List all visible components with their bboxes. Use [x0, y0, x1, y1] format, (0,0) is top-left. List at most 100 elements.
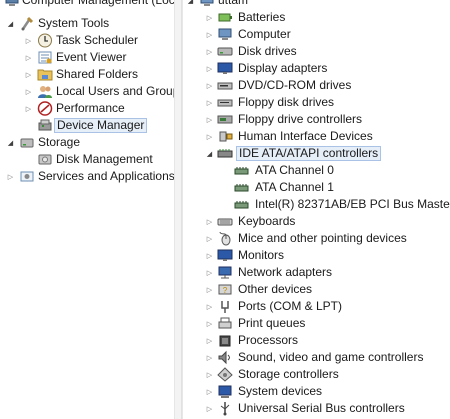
tree-item-label: Local Users and Groups [56, 84, 174, 98]
tree-item-shared-folders[interactable]: Shared Folders [0, 66, 174, 83]
tree-item-local-users-groups[interactable]: Local Users and Groups [0, 83, 174, 100]
device-tree-pane[interactable]: uttam Batteries Computer Disk drives Displa… [183, 0, 450, 419]
device-label: Disk drives [238, 44, 297, 58]
device-label: DVD/CD-ROM drives [238, 78, 352, 92]
device-category[interactable]: Batteries [183, 9, 450, 26]
expand-arrow-icon[interactable] [206, 133, 213, 140]
device-label: Mice and other pointing devices [238, 231, 407, 245]
device-category[interactable]: Display adapters [183, 60, 450, 77]
tree-item-services-applications[interactable]: Services and Applications [0, 168, 174, 185]
port-icon [217, 299, 233, 314]
tree-root-uttam[interactable]: uttam [183, 0, 450, 9]
expand-arrow-icon[interactable] [25, 54, 32, 61]
device-item[interactable]: ATA Channel 1 [183, 179, 450, 196]
device-label: Display adapters [238, 61, 328, 75]
device-item[interactable]: Intel(R) 82371AB/EB PCI Bus Master IDE [183, 196, 450, 213]
device-category[interactable]: Universal Serial Bus controllers [183, 400, 450, 417]
device-category[interactable]: Human Interface Devices [183, 128, 450, 145]
expand-arrow-icon[interactable] [25, 71, 32, 78]
expand-arrow-icon[interactable] [206, 99, 213, 106]
collapse-arrow-icon[interactable] [7, 20, 14, 27]
device-label: Network adapters [238, 265, 333, 279]
device-category[interactable]: Floppy disk drives [183, 94, 450, 111]
expand-arrow-icon[interactable] [206, 388, 213, 395]
collapse-arrow-icon[interactable] [7, 139, 14, 146]
pane-splitter[interactable] [174, 0, 183, 419]
ide-channel-icon [234, 163, 250, 178]
shared-folder-icon [37, 67, 53, 82]
device-category[interactable]: Mice and other pointing devices [183, 230, 450, 247]
device-label: Keyboards [238, 214, 296, 228]
tree-item-label: Event Viewer [56, 50, 127, 64]
expand-arrow-icon[interactable] [206, 354, 213, 361]
storage-icon [19, 135, 35, 150]
device-label: Floppy drive controllers [238, 112, 363, 126]
tree-item-system-tools[interactable]: System Tools [0, 15, 174, 32]
monitor-icon [217, 61, 233, 76]
device-category[interactable]: Storage controllers [183, 366, 450, 383]
device-category[interactable]: Processors [183, 332, 450, 349]
device-category[interactable]: System devices [183, 383, 450, 400]
expand-arrow-icon[interactable] [206, 252, 213, 259]
collapse-arrow-icon[interactable] [187, 0, 194, 4]
tree-item-performance[interactable]: Performance [0, 100, 174, 117]
device-category[interactable]: Sound, video and game controllers [183, 349, 450, 366]
clock-icon [37, 33, 53, 48]
device-label: IDE ATA/ATAPI controllers [236, 146, 382, 161]
keyboard-icon [217, 214, 233, 229]
device-category[interactable]: Computer [183, 26, 450, 43]
device-category[interactable]: Ports (COM & LPT) [183, 298, 450, 315]
dvd-icon [217, 78, 233, 93]
expand-arrow-icon[interactable] [206, 286, 213, 293]
tree-item-event-viewer[interactable]: Event Viewer [0, 49, 174, 66]
expand-arrow-icon[interactable] [206, 269, 213, 276]
device-item[interactable]: ATA Channel 0 [183, 162, 450, 179]
device-category[interactable]: Network adapters [183, 264, 450, 281]
expand-arrow-icon[interactable] [206, 82, 213, 89]
device-category[interactable]: Keyboards [183, 213, 450, 230]
device-category[interactable]: Monitors [183, 247, 450, 264]
expand-arrow-icon[interactable] [206, 303, 213, 310]
device-label: Storage controllers [238, 367, 339, 381]
expand-arrow-icon[interactable] [206, 405, 213, 412]
expand-arrow-icon[interactable] [206, 31, 213, 38]
system-devices-icon [217, 384, 233, 399]
floppy-icon [217, 95, 233, 110]
device-category[interactable]: IDE ATA/ATAPI controllers [183, 145, 450, 162]
battery-icon [217, 10, 233, 25]
expand-arrow-icon[interactable] [206, 235, 213, 242]
device-category[interactable]: Disk drives [183, 43, 450, 60]
expand-arrow-icon[interactable] [206, 320, 213, 327]
device-category[interactable]: ? Other devices [183, 281, 450, 298]
users-icon [37, 84, 53, 99]
svg-text:?: ? [223, 286, 228, 295]
expand-arrow-icon[interactable] [206, 218, 213, 225]
expand-arrow-icon[interactable] [25, 37, 32, 44]
device-label: Human Interface Devices [238, 129, 373, 143]
tree-item-task-scheduler[interactable]: Task Scheduler [0, 32, 174, 49]
mouse-icon [217, 231, 233, 246]
console-tree-pane[interactable]: Computer Management (Local System Tools … [0, 0, 174, 419]
device-category[interactable]: Print queues [183, 315, 450, 332]
computer-icon [199, 0, 215, 8]
device-label: Processors [238, 333, 299, 347]
tree-root-computer-management[interactable]: Computer Management (Local [0, 0, 174, 9]
floppy-controller-icon [217, 112, 233, 127]
device-category[interactable]: Floppy drive controllers [183, 111, 450, 128]
expand-arrow-icon[interactable] [7, 173, 14, 180]
expand-arrow-icon[interactable] [25, 88, 32, 95]
collapse-arrow-icon[interactable] [206, 150, 213, 157]
tree-item-storage[interactable]: Storage [0, 134, 174, 151]
expand-arrow-icon[interactable] [206, 65, 213, 72]
expand-arrow-icon[interactable] [206, 14, 213, 21]
expand-arrow-icon[interactable] [206, 371, 213, 378]
expand-arrow-icon[interactable] [206, 337, 213, 344]
device-category[interactable]: DVD/CD-ROM drives [183, 77, 450, 94]
expand-arrow-icon[interactable] [206, 116, 213, 123]
tree-item-device-manager[interactable]: Device Manager [0, 117, 174, 134]
services-icon [19, 169, 35, 184]
expand-arrow-icon[interactable] [25, 105, 32, 112]
network-icon [217, 265, 233, 280]
tree-item-disk-management[interactable]: Disk Management [0, 151, 174, 168]
expand-arrow-icon[interactable] [206, 48, 213, 55]
